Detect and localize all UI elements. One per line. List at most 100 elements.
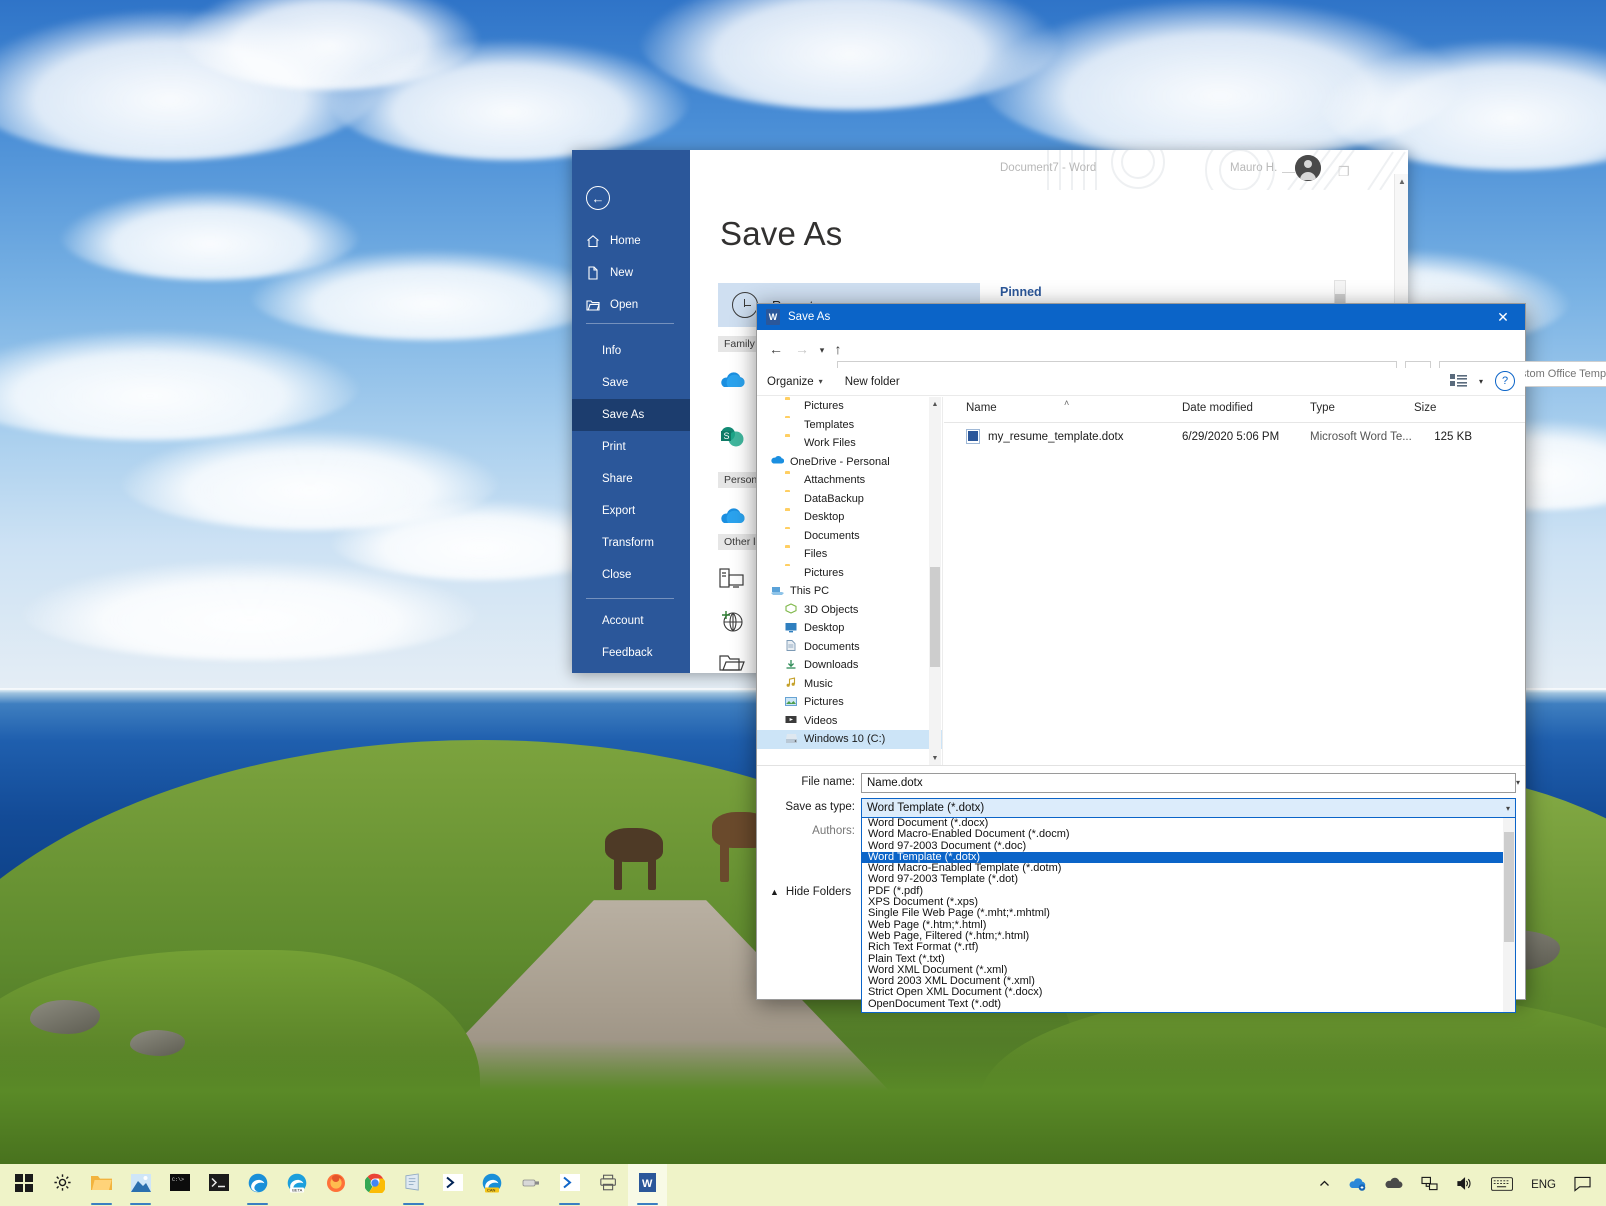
- onedrive-sync-icon[interactable]: [1340, 1164, 1376, 1206]
- action-center-icon[interactable]: [1565, 1164, 1600, 1206]
- save-as-type-dropdown[interactable]: Word Document (*.docx) Word Macro-Enabled…: [861, 818, 1516, 1013]
- back-icon[interactable]: ←: [765, 337, 787, 361]
- powershell-button[interactable]: [433, 1164, 472, 1206]
- backstage-item-export[interactable]: Export: [572, 495, 690, 527]
- tree-item-files[interactable]: Files: [757, 545, 942, 564]
- backstage-item-info[interactable]: Info: [572, 335, 690, 367]
- navpane-scrollbar-thumb[interactable]: [930, 567, 940, 667]
- save-as-type-combobox[interactable]: Word Template (*.dotx) ▾: [861, 798, 1516, 818]
- tree-item-desktop[interactable]: Desktop: [757, 508, 942, 527]
- dropdown-scrollbar-track[interactable]: [1503, 818, 1515, 1012]
- printer-button[interactable]: [589, 1164, 628, 1206]
- organize-button[interactable]: Organize ▾: [767, 376, 823, 388]
- backstage-item-close[interactable]: Close: [572, 559, 690, 591]
- backstage-item-save-as[interactable]: Save As: [572, 399, 690, 431]
- usb-drive-button[interactable]: [511, 1164, 550, 1206]
- file-name-input[interactable]: [861, 773, 1516, 793]
- backstage-item-label: Export: [602, 505, 636, 517]
- backstage-item-share[interactable]: Share: [572, 463, 690, 495]
- tree-item-videos[interactable]: Videos: [757, 712, 942, 731]
- minimize-button[interactable]: —: [1282, 164, 1295, 179]
- show-hidden-icons[interactable]: [1309, 1164, 1340, 1206]
- tree-item-pictures[interactable]: Pictures: [757, 564, 942, 583]
- chrome-button[interactable]: [355, 1164, 394, 1206]
- tree-item-databackup[interactable]: DataBackup: [757, 490, 942, 509]
- tree-item-work-files[interactable]: Work Files: [757, 434, 942, 453]
- column-header-date-modified[interactable]: Date modified: [1182, 402, 1253, 414]
- cmd-button[interactable]: C:\>: [160, 1164, 199, 1206]
- onedrive-icon[interactable]: [1376, 1164, 1412, 1206]
- tree-item-downloads[interactable]: Downloads: [757, 656, 942, 675]
- backstage-item-transform[interactable]: Transform: [572, 527, 690, 559]
- tree-item-windows-10-c[interactable]: Windows 10 (C:): [757, 730, 942, 749]
- tree-item-music[interactable]: Music: [757, 675, 942, 694]
- back-arrow-icon[interactable]: ←: [586, 186, 610, 210]
- scroll-up-icon[interactable]: ▲: [1395, 174, 1408, 188]
- powershell-ise-button[interactable]: [550, 1164, 589, 1206]
- scroll-down-icon[interactable]: ▼: [929, 751, 941, 765]
- savetype-option-5[interactable]: Word 97-2003 Template (*.dot): [862, 874, 1515, 886]
- settings-button[interactable]: [43, 1164, 82, 1206]
- savetype-option-16[interactable]: OpenDocument Text (*.odt): [862, 998, 1515, 1010]
- photos-button[interactable]: [121, 1164, 160, 1206]
- tree-item-documents[interactable]: Documents: [757, 527, 942, 546]
- firefox-button[interactable]: [316, 1164, 355, 1206]
- backstage-item-print[interactable]: Print: [572, 431, 690, 463]
- dropdown-scrollbar-thumb[interactable]: [1504, 832, 1514, 942]
- file-list[interactable]: Name ˄ Date modified Type Size my_resume…: [944, 397, 1525, 765]
- touch-keyboard-icon[interactable]: [1482, 1164, 1522, 1206]
- savetype-option-8[interactable]: Single File Web Page (*.mht;*.mhtml): [862, 908, 1515, 920]
- user-avatar-icon[interactable]: [1295, 155, 1321, 181]
- scroll-up-icon[interactable]: ▲: [929, 397, 941, 411]
- volume-icon[interactable]: [1447, 1164, 1482, 1206]
- navigation-pane[interactable]: Pictures Templates Work Files OneDrive - Pe…: [757, 397, 943, 765]
- word-user-name[interactable]: Mauro H.: [1230, 162, 1277, 174]
- backstage-item-new[interactable]: New: [572, 257, 690, 289]
- language-indicator[interactable]: ENG: [1522, 1164, 1565, 1206]
- terminal-button[interactable]: [199, 1164, 238, 1206]
- close-icon[interactable]: ✕: [1481, 304, 1525, 330]
- help-button[interactable]: ?: [1495, 371, 1515, 391]
- notes-button[interactable]: [394, 1164, 433, 1206]
- backstage-item-feedback[interactable]: Feedback: [572, 637, 690, 669]
- dialog-title-bar: W Save As ✕: [757, 304, 1525, 330]
- tree-item-desktop[interactable]: Desktop: [757, 619, 942, 638]
- edge-canary-button[interactable]: CAN: [472, 1164, 511, 1206]
- tree-item-pictures[interactable]: Pictures: [757, 693, 942, 712]
- backstage-item-open[interactable]: Open: [572, 289, 690, 321]
- savetype-option-11[interactable]: Rich Text Format (*.rtf): [862, 941, 1515, 953]
- column-header-name[interactable]: Name: [966, 402, 997, 414]
- file-explorer-button[interactable]: [82, 1164, 121, 1206]
- chevron-down-icon[interactable]: ▾: [1516, 778, 1520, 787]
- tree-item-templates[interactable]: Templates: [757, 416, 942, 435]
- restore-button[interactable]: ❐: [1338, 164, 1350, 180]
- column-header-type[interactable]: Type: [1310, 402, 1335, 414]
- chevron-down-icon[interactable]: ▾: [1479, 377, 1483, 386]
- tree-item-pictures[interactable]: Pictures: [757, 397, 942, 416]
- open-indicator: [559, 1202, 580, 1205]
- tree-item-3d-objects[interactable]: 3D Objects: [757, 601, 942, 620]
- tree-item-this-pc[interactable]: This PC: [757, 582, 942, 601]
- savetype-option-1[interactable]: Word Macro-Enabled Document (*.docm): [862, 828, 1515, 840]
- 3d-icon: [785, 603, 798, 616]
- network-icon[interactable]: [1412, 1164, 1447, 1206]
- hide-folders-button[interactable]: ▲ Hide Folders: [770, 886, 851, 898]
- powershell-ise-icon: [559, 1174, 580, 1196]
- table-row[interactable]: my_resume_template.dotx 6/29/2020 5:06 P…: [944, 425, 1525, 449]
- tree-item-attachments[interactable]: Attachments: [757, 471, 942, 490]
- edge-button[interactable]: [238, 1164, 277, 1206]
- column-header-size[interactable]: Size: [1414, 402, 1436, 414]
- backstage-item-save[interactable]: Save: [572, 367, 690, 399]
- start-button[interactable]: [4, 1164, 43, 1206]
- edge-beta-button[interactable]: BETA: [277, 1164, 316, 1206]
- backstage-item-account[interactable]: Account: [572, 605, 690, 637]
- edge-icon: [248, 1173, 268, 1198]
- cloud-icon: [1385, 1177, 1403, 1193]
- tree-item-documents[interactable]: Documents: [757, 638, 942, 657]
- tree-item-onedrive-personal[interactable]: OneDrive - Personal: [757, 453, 942, 472]
- view-layout-icon[interactable]: [1450, 374, 1467, 389]
- word-button[interactable]: W: [628, 1164, 667, 1206]
- new-folder-button[interactable]: New folder: [845, 376, 900, 388]
- up-icon[interactable]: ↑: [827, 337, 849, 361]
- backstage-item-home[interactable]: Home: [572, 225, 690, 257]
